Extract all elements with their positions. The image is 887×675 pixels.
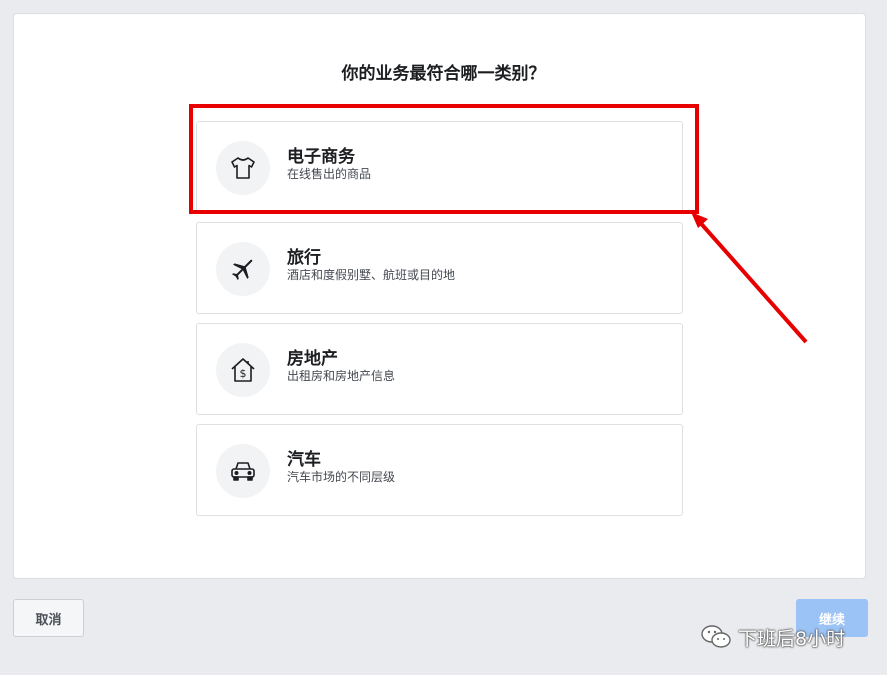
- car-icon: [216, 444, 270, 498]
- option-subtitle: 酒店和度假别墅、航班或目的地: [287, 268, 456, 282]
- watermark-text: 下班后8小时: [738, 627, 846, 650]
- option-ecommerce[interactable]: 电子商务 在线售出的商品: [196, 121, 683, 213]
- option-auto[interactable]: 汽车 汽车市场的不同层级: [196, 424, 683, 516]
- option-title: 房地产: [287, 349, 338, 369]
- option-title: 旅行: [287, 248, 321, 268]
- airplane-icon: [216, 242, 270, 296]
- option-subtitle: 汽车市场的不同层级: [287, 470, 396, 484]
- house-dollar-icon: $: [216, 343, 270, 397]
- svg-text:$: $: [240, 367, 247, 380]
- option-travel[interactable]: 旅行 酒店和度假别墅、航班或目的地: [196, 222, 683, 314]
- option-title: 电子商务: [287, 147, 355, 167]
- wechat-icon: [701, 625, 731, 648]
- option-subtitle: 在线售出的商品: [287, 167, 372, 181]
- watermark: 下班后8小时: [700, 620, 845, 654]
- option-title: 汽车: [287, 450, 321, 470]
- question-title: 你的业务最符合哪一类别？: [341, 64, 546, 84]
- cancel-button[interactable]: 取消: [13, 599, 84, 637]
- tshirt-icon: [216, 141, 270, 195]
- option-subtitle: 出租房和房地产信息: [287, 369, 396, 383]
- option-real-estate[interactable]: $ 房地产 出租房和房地产信息: [196, 323, 683, 415]
